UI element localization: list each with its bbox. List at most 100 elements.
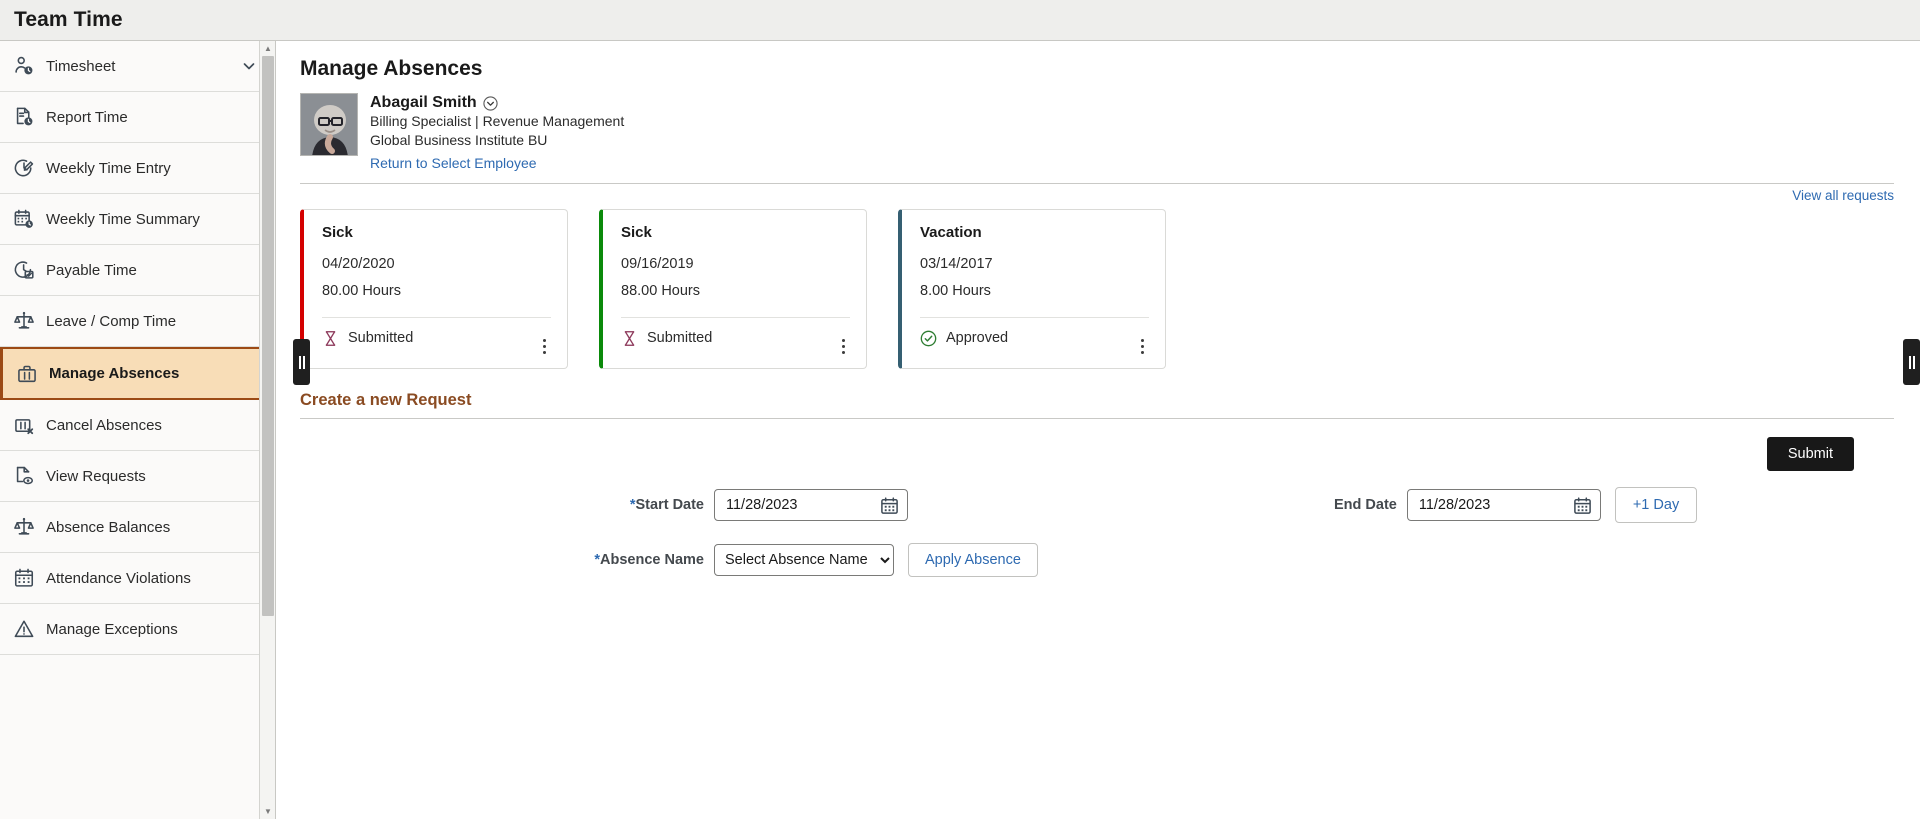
document-clock-icon [11,104,37,130]
sidebar-item-label: Leave / Comp Time [46,313,176,330]
calendar-icon [11,565,37,591]
view-all-requests-link[interactable]: View all requests [1792,188,1894,203]
divider [300,183,1894,184]
absence-card[interactable]: Vacation 03/14/2017 8.00 Hours Approved [898,209,1166,369]
calendar-icon[interactable] [1573,496,1592,515]
employee-summary: Abagail Smith Billing Specialist | Reven… [300,93,1894,173]
sidebar-item-label: Manage Absences [49,365,179,382]
sidebar-item-manage-absences[interactable]: Manage Absences [0,347,275,400]
chevron-down-icon[interactable] [241,58,257,74]
sidebar-scrollbar[interactable]: ▲ ▼ [259,41,275,819]
document-eye-icon [11,463,37,489]
absence-hours: 8.00 Hours [920,283,1149,299]
card-actions-menu-icon[interactable] [535,336,553,356]
briefcase-x-icon [11,412,37,438]
sidebar-item-absence-balances[interactable]: Absence Balances [0,502,275,553]
check-circle-icon [920,330,937,347]
person-clock-icon [11,53,37,79]
return-to-select-employee-link[interactable]: Return to Select Employee [370,155,537,171]
absence-name-row: *Absence Name Select Absence Name Apply … [300,543,1894,577]
sidebar-item-label: Weekly Time Summary [46,211,200,228]
page-title: Manage Absences [300,57,1894,81]
apply-absence-button[interactable]: Apply Absence [908,543,1038,577]
chevron-down-circle-icon[interactable] [483,96,498,111]
sidebar-item-report-time[interactable]: Report Time [0,92,275,143]
absence-card[interactable]: Sick04/20/202080.00 HoursSubmitted [300,209,568,369]
absence-type: Sick [621,224,850,241]
scrollbar-thumb[interactable] [262,56,274,616]
scroll-up-arrow-icon[interactable]: ▲ [260,41,276,56]
scales-icon [11,308,37,334]
plus-one-day-button[interactable]: +1 Day [1615,487,1697,523]
absence-status-row: Approved [920,318,1149,358]
start-date-input[interactable] [724,496,880,514]
sidebar-item-label: Weekly Time Entry [46,160,171,177]
sidebar-item-view-requests[interactable]: View Requests [0,451,275,502]
warning-triangle-icon [11,616,37,642]
end-date-label: End Date [1334,497,1397,513]
app-body: Timesheet Report Time Weekly Time Entry Wee… [0,41,1920,819]
end-date-input[interactable] [1417,496,1573,514]
absence-date: 03/14/2017 [920,256,1149,272]
absence-hours: 88.00 Hours [621,283,850,299]
view-all-requests-row: View all requests [300,188,1894,203]
absence-name-select[interactable]: Select Absence Name [714,544,894,576]
sidebar-item-label: Payable Time [46,262,137,279]
calendar-icon[interactable] [880,496,899,515]
card-actions-menu-icon[interactable] [834,336,852,356]
sidebar-item-label: Cancel Absences [46,417,162,434]
submit-row: Submit [300,437,1894,471]
sidebar-item-label: Report Time [46,109,128,126]
absence-name-label: *Absence Name [300,552,704,568]
app-title: Team Time [14,8,123,32]
app-header: Team Time [0,0,1920,41]
absence-card-list: Sick04/20/202080.00 HoursSubmittedSick09… [300,209,1894,369]
collapse-right-panel-handle[interactable] [1903,339,1920,385]
sidebar-item-label: Manage Exceptions [46,621,178,638]
absence-status-row: Submitted [322,318,551,358]
clock-check-icon [11,257,37,283]
collapse-sidebar-handle[interactable] [293,339,310,385]
sidebar-item-payable-time[interactable]: Payable Time [0,245,275,296]
start-date-field[interactable] [714,489,908,521]
sidebar-item-weekly-time-entry[interactable]: Weekly Time Entry [0,143,275,194]
sidebar-item-label: Attendance Violations [46,570,191,587]
avatar [300,93,358,156]
start-end-date-row: *Start Date [300,487,1894,523]
employee-business-unit: Global Business Institute BU [370,131,624,150]
end-date-field[interactable] [1407,489,1601,521]
sidebar-nav: Timesheet Report Time Weekly Time Entry Wee… [0,41,276,819]
absence-name-select-wrap: Select Absence Name [714,544,894,576]
scroll-down-arrow-icon[interactable]: ▼ [260,804,276,819]
divider [300,418,1894,419]
sidebar-item-attendance-violations[interactable]: Attendance Violations [0,553,275,604]
sidebar-item-cancel-absences[interactable]: Cancel Absences [0,400,275,451]
sidebar-item-manage-exceptions[interactable]: Manage Exceptions [0,604,275,655]
sidebar-item-timesheet[interactable]: Timesheet [0,41,275,92]
employee-name: Abagail Smith [370,94,477,112]
create-request-heading: Create a new Request [300,391,1894,410]
absence-card[interactable]: Sick 09/16/2019 88.00 Hours Submitted [599,209,867,369]
status-badge: Submitted [647,330,712,346]
absence-hours: 80.00 Hours [322,283,551,299]
scales-icon [11,514,37,540]
absence-date: 09/16/2019 [621,256,850,272]
calendar-clock-icon [11,206,37,232]
status-badge: Approved [946,330,1008,346]
employee-job-title: Billing Specialist | Revenue Management [370,112,624,131]
status-badge: Submitted [348,330,413,346]
sidebar-item-weekly-time-summary[interactable]: Weekly Time Summary [0,194,275,245]
grip-icon [1909,356,1915,369]
absence-status-row: Submitted [621,318,850,358]
briefcase-icon [14,361,40,387]
main-content: Manage Absences [276,41,1920,819]
card-actions-menu-icon[interactable] [1133,336,1151,356]
absence-type: Sick [322,224,551,241]
start-date-label: *Start Date [300,497,704,513]
sidebar-item-list: Timesheet Report Time Weekly Time Entry Wee… [0,41,275,655]
absence-type: Vacation [920,224,1149,241]
hourglass-icon [621,330,638,347]
new-request-form: *Start Date [300,487,1894,577]
sidebar-item-leave-comp-time[interactable]: Leave / Comp Time [0,296,275,347]
submit-button[interactable]: Submit [1767,437,1854,471]
